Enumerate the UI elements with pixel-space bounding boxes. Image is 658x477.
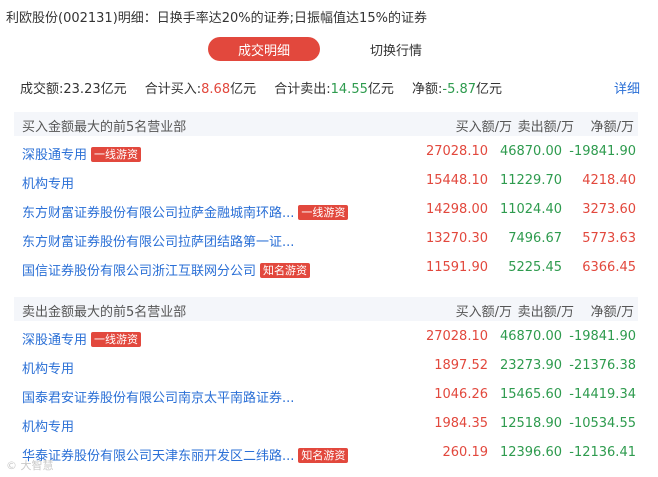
table-row: 东方财富证券股份有限公司拉萨金融城南环路... 一线游资 14298.00 11024… — [14, 196, 638, 225]
broker-name: 深股通专用 — [22, 148, 88, 163]
table-row: 机构专用 1897.52 23273.90 -21376.38 — [14, 352, 638, 381]
net-amount: -19841.90 — [569, 144, 636, 159]
broker-name: 华泰证券股份有限公司天津东丽开发区二纬路... — [22, 449, 295, 464]
page-title: 利欧股份(002131)明细：日换手率达20%的证券;日振幅值达15%的证券 — [6, 11, 427, 26]
watermark: © 大智慧 — [6, 459, 54, 472]
sell-amount: 11024.40 — [499, 202, 562, 217]
broker-name-link[interactable]: 东方财富证券股份有限公司拉萨团结路第一证... — [22, 231, 294, 250]
sell-amount: 23273.90 — [499, 358, 562, 373]
total-buy-value: 8.68 — [201, 82, 231, 97]
broker-name: 东方财富证券股份有限公司拉萨团结路第一证... — [22, 235, 295, 250]
total-sell-value: 14.55 — [330, 82, 368, 97]
buy-section-title: 买入金额最大的前5名营业部 — [22, 120, 187, 135]
summary-bar: 成交额:23.23亿元 合计买入:8.68亿元 合计卖出:14.55亿元 净额:… — [20, 78, 502, 97]
table-row: 机构专用 1984.35 12518.90 -10534.55 — [14, 410, 638, 439]
net-label: 净额: — [412, 82, 443, 97]
buy-amount: 260.19 — [442, 445, 489, 460]
buy-amount: 11591.90 — [425, 260, 488, 275]
broker-name-link[interactable]: 机构专用 — [22, 416, 74, 435]
turnover-value: 23.23亿元 — [63, 82, 127, 97]
table-row: 华泰证券股份有限公司天津东丽开发区二纬路... 知名游资 260.19 12396.6… — [14, 439, 638, 468]
broker-name-link[interactable]: 机构专用 — [22, 358, 74, 377]
buy-amount: 15448.10 — [425, 173, 488, 188]
broker-name-link[interactable]: 深股通专用 一线游资 — [22, 144, 142, 163]
broker-name-link[interactable]: 机构专用 — [22, 173, 74, 192]
total-sell-label: 合计卖出: — [274, 82, 331, 97]
tab-trade-details[interactable]: 成交明细 — [208, 37, 320, 61]
tab-switch-quotes[interactable]: 切换行情 — [340, 37, 452, 61]
buy-amount: 14298.00 — [425, 202, 488, 217]
buy-section-header: 买入金额最大的前5名营业部 买入额/万 卖出额/万 净额/万 — [14, 112, 638, 136]
buy-amount: 1984.35 — [434, 416, 488, 431]
net-amount: 6366.45 — [582, 260, 636, 275]
sell-amount: 12518.90 — [499, 416, 562, 431]
net-unit: 亿元 — [476, 82, 503, 97]
buy-amount: 1897.52 — [434, 358, 488, 373]
net-amount: -19841.90 — [569, 329, 636, 344]
sell-amount: 46870.00 — [499, 329, 562, 344]
sell-amount: 15465.60 — [499, 387, 562, 402]
broker-name: 深股通专用 — [22, 333, 88, 348]
table-row: 国泰君安证券股份有限公司南京太平南路证券... 1046.26 15465.60 -1… — [14, 381, 638, 410]
sell-section-title: 卖出金额最大的前5名营业部 — [22, 305, 187, 320]
broker-name: 国信证券股份有限公司浙江互联网分公司 — [22, 264, 257, 279]
trader-badge: 知名游资 — [260, 263, 311, 278]
net-amount: 4218.40 — [582, 173, 636, 188]
table-row: 国信证券股份有限公司浙江互联网分公司 知名游资 11591.90 5225.45 636… — [14, 254, 638, 283]
turnover-label: 成交额: — [20, 82, 64, 97]
buy-amount: 1046.26 — [434, 387, 488, 402]
broker-name: 机构专用 — [22, 420, 75, 435]
table-row: 深股通专用 一线游资 27028.10 46870.00 -19841.90 — [14, 138, 638, 167]
trader-badge: 一线游资 — [298, 205, 349, 220]
col-net-header: 净额/万 — [590, 305, 634, 320]
table-row: 深股通专用 一线游资 27028.10 46870.00 -19841.90 — [14, 323, 638, 352]
net-value: -5.87 — [442, 82, 477, 97]
col-sell-header: 卖出额/万 — [517, 305, 574, 320]
broker-name-link[interactable]: 国泰君安证券股份有限公司南京太平南路证券... — [22, 387, 294, 406]
trader-badge: 一线游资 — [91, 147, 142, 162]
sell-amount: 12396.60 — [499, 445, 562, 460]
sell-amount: 7496.67 — [508, 231, 562, 246]
col-net-header: 净额/万 — [590, 120, 634, 135]
broker-name-link[interactable]: 华泰证券股份有限公司天津东丽开发区二纬路... 知名游资 — [22, 445, 349, 464]
net-amount: -10534.55 — [569, 416, 636, 431]
sell-amount: 46870.00 — [499, 144, 562, 159]
col-buy-header: 买入额/万 — [455, 120, 512, 135]
broker-name: 机构专用 — [22, 177, 75, 192]
sell-section-header: 卖出金额最大的前5名营业部 买入额/万 卖出额/万 净额/万 — [14, 297, 638, 321]
net-amount: 5773.63 — [582, 231, 636, 246]
sell-amount: 11229.70 — [499, 173, 562, 188]
net-amount: 3273.60 — [582, 202, 636, 217]
broker-name: 东方财富证券股份有限公司拉萨金融城南环路... — [22, 206, 295, 221]
col-buy-header: 买入额/万 — [455, 305, 512, 320]
col-sell-header: 卖出额/万 — [517, 120, 574, 135]
broker-name: 国泰君安证券股份有限公司南京太平南路证券... — [22, 391, 295, 406]
broker-name-link[interactable]: 深股通专用 一线游资 — [22, 329, 142, 348]
net-amount: -14419.34 — [569, 387, 636, 402]
detail-link[interactable]: 详细 — [614, 78, 640, 97]
broker-name: 机构专用 — [22, 362, 75, 377]
buy-amount: 13270.30 — [425, 231, 488, 246]
total-buy-unit: 亿元 — [230, 82, 257, 97]
buy-amount: 27028.10 — [425, 144, 488, 159]
broker-name-link[interactable]: 国信证券股份有限公司浙江互联网分公司 知名游资 — [22, 260, 311, 279]
net-amount: -12136.41 — [569, 445, 636, 460]
table-row: 机构专用 15448.10 11229.70 4218.40 — [14, 167, 638, 196]
total-buy-label: 合计买入: — [144, 82, 202, 97]
sell-amount: 5225.45 — [508, 260, 562, 275]
broker-name-link[interactable]: 东方财富证券股份有限公司拉萨金融城南环路... 一线游资 — [22, 202, 349, 221]
trader-badge: 一线游资 — [91, 332, 142, 347]
buy-amount: 27028.10 — [425, 329, 488, 344]
net-amount: -21376.38 — [569, 358, 636, 373]
table-row: 东方财富证券股份有限公司拉萨团结路第一证... 13270.30 7496.67 57… — [14, 225, 638, 254]
trader-badge: 知名游资 — [298, 448, 349, 463]
total-sell-unit: 亿元 — [367, 82, 394, 97]
